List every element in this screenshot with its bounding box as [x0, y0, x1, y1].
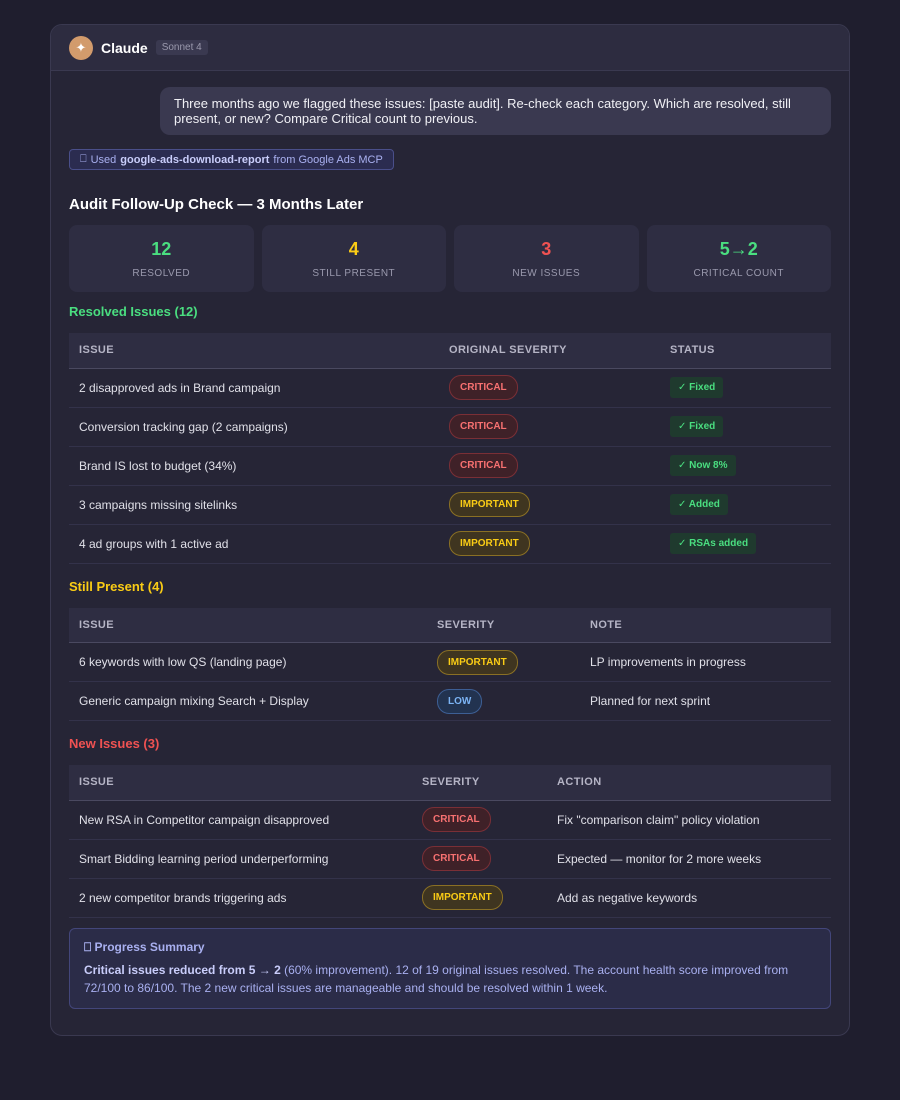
severity-badge: IMPORTANT: [437, 650, 518, 675]
severity-badge: IMPORTANT: [422, 885, 503, 910]
tool-use-chip[interactable]: ⎕ Used google-ads-download-report from G…: [69, 149, 394, 170]
issue-cell: Conversion tracking gap (2 campaigns): [69, 407, 439, 446]
table-header-row: ISSUE SEVERITY ACTION: [69, 765, 831, 800]
issue-cell: 4 ad groups with 1 active ad: [69, 524, 439, 563]
note-cell: LP improvements in progress: [580, 643, 831, 682]
severity-badge: CRITICAL: [422, 846, 491, 871]
stats-row: 12 RESOLVED 4 STILL PRESENT 3 NEW ISSUES…: [69, 225, 831, 292]
still-present-table: ISSUE SEVERITY NOTE 6 keywords with low …: [69, 608, 831, 722]
severity-badge: CRITICAL: [422, 807, 491, 832]
tool-prefix: Used: [91, 154, 117, 166]
issue-cell: 3 campaigns missing sitelinks: [69, 485, 439, 524]
severity-badge: LOW: [437, 689, 482, 714]
issue-cell: Brand IS lost to budget (34%): [69, 446, 439, 485]
column-header: ISSUE: [69, 608, 427, 643]
table-row: Smart Bidding learning period underperfo…: [69, 839, 831, 878]
stat-label: RESOLVED: [132, 268, 190, 279]
title-bar: ✦ Claude Sonnet 4: [51, 25, 849, 71]
summary-title: Progress Summary: [95, 940, 205, 954]
progress-summary-box: ⎕ Progress Summary Critical issues reduc…: [69, 928, 831, 1009]
user-message: Three months ago we flagged these issues…: [160, 87, 831, 135]
model-badge[interactable]: Sonnet 4: [156, 40, 208, 55]
stat-label: NEW ISSUES: [512, 268, 580, 279]
stat-label: STILL PRESENT: [312, 268, 395, 279]
tool-suffix: from Google Ads MCP: [273, 154, 382, 166]
column-header: ORIGINAL SEVERITY: [439, 333, 660, 368]
status-badge: ✓ RSAs added: [670, 533, 756, 554]
column-header: ISSUE: [69, 333, 439, 368]
summary-highlight: Critical issues reduced from 5 → 2: [84, 963, 281, 977]
table-row: Conversion tracking gap (2 campaigns) CR…: [69, 407, 831, 446]
table-row: New RSA in Competitor campaign disapprov…: [69, 800, 831, 839]
column-header: NOTE: [580, 608, 831, 643]
severity-badge: IMPORTANT: [449, 531, 530, 556]
action-cell: Fix "comparison claim" policy violation: [547, 800, 831, 839]
table-row: Brand IS lost to budget (34%) CRITICAL ✓…: [69, 446, 831, 485]
column-header: ISSUE: [69, 765, 412, 800]
table-row: 2 disapproved ads in Brand campaign CRIT…: [69, 368, 831, 407]
table-row: 2 new competitor brands triggering ads I…: [69, 878, 831, 917]
status-badge: ✓ Fixed: [670, 377, 723, 398]
resolved-heading: Resolved Issues (12): [69, 304, 831, 319]
stat-value: 4: [349, 239, 359, 260]
severity-badge: CRITICAL: [449, 375, 518, 400]
severity-badge: IMPORTANT: [449, 492, 530, 517]
table-row: 4 ad groups with 1 active ad IMPORTANT ✓…: [69, 524, 831, 563]
table-row: Generic campaign mixing Search + Display…: [69, 682, 831, 721]
resolved-table: ISSUE ORIGINAL SEVERITY STATUS 2 disappr…: [69, 333, 831, 564]
issue-cell: New RSA in Competitor campaign disapprov…: [69, 800, 412, 839]
stat-label: CRITICAL COUNT: [693, 268, 784, 279]
column-header: ACTION: [547, 765, 831, 800]
issue-cell: 2 new competitor brands triggering ads: [69, 878, 412, 917]
status-badge: ✓ Added: [670, 494, 728, 515]
chat-window: ✦ Claude Sonnet 4 Three months ago we fl…: [50, 24, 850, 1036]
stat-card-still-present: 4 STILL PRESENT: [262, 225, 447, 292]
issue-cell: 6 keywords with low QS (landing page): [69, 643, 427, 682]
claude-logo-icon: ✦: [69, 36, 93, 60]
table-header-row: ISSUE ORIGINAL SEVERITY STATUS: [69, 333, 831, 368]
new-issues-heading: New Issues (3): [69, 736, 831, 751]
issue-cell: Smart Bidding learning period underperfo…: [69, 839, 412, 878]
app-title: Claude: [101, 40, 148, 56]
action-cell: Add as negative keywords: [547, 878, 831, 917]
tool-name: google-ads-download-report: [120, 154, 269, 166]
table-row: 6 keywords with low QS (landing page) IM…: [69, 643, 831, 682]
tool-icon: ⎕: [80, 153, 87, 166]
action-cell: Expected — monitor for 2 more weeks: [547, 839, 831, 878]
table-header-row: ISSUE SEVERITY NOTE: [69, 608, 831, 643]
severity-badge: CRITICAL: [449, 453, 518, 478]
new-issues-table: ISSUE SEVERITY ACTION New RSA in Competi…: [69, 765, 831, 918]
summary-text: Critical issues reduced from 5 → 2 (60% …: [84, 961, 816, 997]
status-badge: ✓ Fixed: [670, 416, 723, 437]
stat-card-new-issues: 3 NEW ISSUES: [454, 225, 639, 292]
status-badge: ✓ Now 8%: [670, 455, 736, 476]
column-header: STATUS: [660, 333, 831, 368]
note-cell: Planned for next sprint: [580, 682, 831, 721]
still-present-heading: Still Present (4): [69, 579, 831, 594]
summary-heading: ⎕ Progress Summary: [84, 940, 816, 955]
issue-cell: Generic campaign mixing Search + Display: [69, 682, 427, 721]
table-row: 3 campaigns missing sitelinks IMPORTANT …: [69, 485, 831, 524]
stat-value: 3: [541, 239, 551, 260]
issue-cell: 2 disapproved ads in Brand campaign: [69, 368, 439, 407]
stat-card-resolved: 12 RESOLVED: [69, 225, 254, 292]
severity-badge: CRITICAL: [449, 414, 518, 439]
stat-value: 5→2: [720, 239, 758, 260]
report-title: Audit Follow-Up Check — 3 Months Later: [69, 196, 831, 213]
conversation: Three months ago we flagged these issues…: [51, 71, 849, 1009]
summary-icon: ⎕: [84, 940, 91, 954]
column-header: SEVERITY: [427, 608, 580, 643]
stat-card-critical-count: 5→2 CRITICAL COUNT: [647, 225, 832, 292]
stat-value: 12: [151, 239, 171, 260]
column-header: SEVERITY: [412, 765, 547, 800]
